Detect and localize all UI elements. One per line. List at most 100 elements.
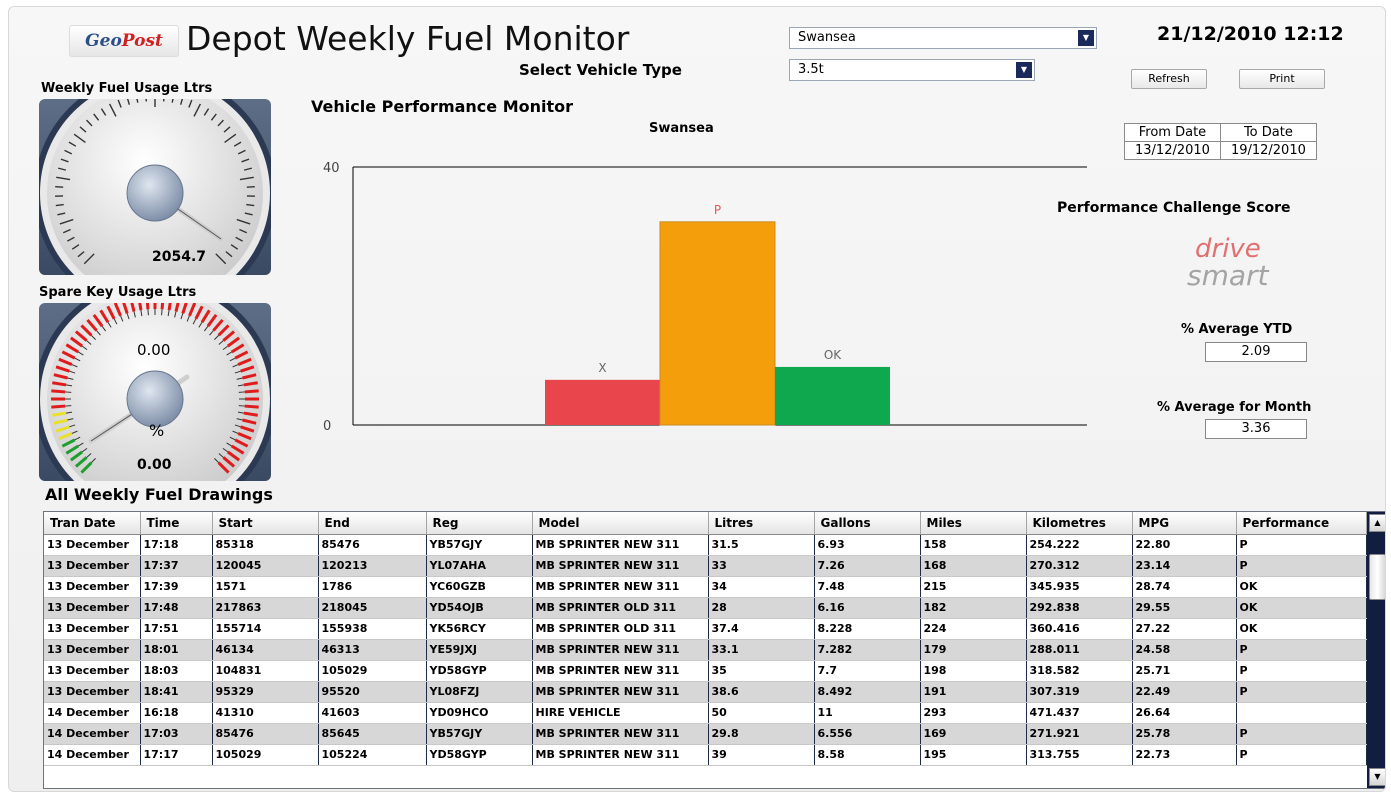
table-cell: YL08FZJ: [426, 681, 533, 703]
vehicle-type-select-value: 3.5t: [798, 62, 824, 77]
column-header[interactable]: Reg: [426, 512, 533, 535]
table-row[interactable]: 13 December 17:48 217863 218045 YD54OJB MB SP…: [44, 597, 1367, 619]
table-scrollbar[interactable]: ▲ ▼: [1367, 512, 1385, 788]
table-row[interactable]: 13 December 17:51 155714 155938 YK56RCY MB SP…: [44, 618, 1367, 640]
table-cell: 35: [708, 660, 815, 682]
table-cell: YB57GJY: [426, 723, 533, 745]
table-cell: 37.4: [708, 618, 815, 640]
spare-gauge-dial-icon: [39, 303, 271, 481]
column-header[interactable]: Performance: [1236, 512, 1367, 535]
table-cell: 31.5: [708, 534, 815, 556]
table-cell: 307.319: [1026, 681, 1133, 703]
table-cell: 26.64: [1132, 702, 1237, 724]
table-cell: 85645: [318, 723, 427, 745]
table-cell: 1786: [318, 576, 427, 598]
table-cell: YE59JXJ: [426, 639, 533, 661]
to-date-label: To Date: [1219, 123, 1317, 142]
chevron-down-icon[interactable]: ▼: [1078, 30, 1094, 46]
spare-key-unit: %: [149, 421, 165, 440]
table-cell: MB SPRINTER NEW 311: [532, 744, 709, 766]
table-cell: 313.755: [1026, 744, 1133, 766]
vehicle-type-label: Select Vehicle Type: [519, 61, 682, 79]
table-cell: 33: [708, 555, 815, 577]
table-cell: 17:03: [140, 723, 213, 745]
bar-label-ok: OK: [824, 348, 842, 362]
scroll-up-icon[interactable]: ▲: [1369, 514, 1385, 532]
table-row[interactable]: 13 December 18:01 46134 46313 YE59JXJ MB SPRI…: [44, 639, 1367, 661]
table-cell: 6.556: [814, 723, 921, 745]
table-cell: 120045: [212, 555, 319, 577]
column-header[interactable]: Miles: [920, 512, 1027, 535]
table-row[interactable]: 13 December 17:37 120045 120213 YL07AHA MB SP…: [44, 555, 1367, 577]
table-cell: 6.16: [814, 597, 921, 619]
table-row[interactable]: 14 December 17:03 85476 85645 YB57GJY MB SPRI…: [44, 723, 1367, 745]
table-row[interactable]: 13 December 18:41 95329 95520 YL08FZJ MB SPRI…: [44, 681, 1367, 703]
table-cell: 7.26: [814, 555, 921, 577]
refresh-button[interactable]: Refresh: [1131, 69, 1207, 89]
table-cell: 13 December: [44, 555, 141, 577]
column-header[interactable]: Tran Date: [44, 512, 141, 535]
table-cell: 292.838: [1026, 597, 1133, 619]
table-cell: 215: [920, 576, 1027, 598]
from-date-label: From Date: [1124, 123, 1221, 142]
table-cell: 105029: [212, 744, 319, 766]
table-cell: 198: [920, 660, 1027, 682]
table-cell: MB SPRINTER OLD 311: [532, 597, 709, 619]
table-cell: 6.93: [814, 534, 921, 556]
column-header[interactable]: End: [318, 512, 427, 535]
scroll-thumb[interactable]: [1369, 554, 1385, 600]
table-cell: 50: [708, 702, 815, 724]
table-cell: 168: [920, 555, 1027, 577]
performance-bar-chart: 400XPOKXPOK: [323, 161, 1087, 434]
table-cell: 13 December: [44, 576, 141, 598]
table-cell: YD58GYP: [426, 744, 533, 766]
table-cell: 270.312: [1026, 555, 1133, 577]
table-cell: HIRE VEHICLE: [532, 702, 709, 724]
table-cell: 18:01: [140, 639, 213, 661]
table-cell: 28: [708, 597, 815, 619]
scroll-down-icon[interactable]: ▼: [1369, 768, 1385, 786]
table-cell: 17:39: [140, 576, 213, 598]
column-header[interactable]: Time: [140, 512, 213, 535]
table-cell: 217863: [212, 597, 319, 619]
table-cell: 29.8: [708, 723, 815, 745]
print-button[interactable]: Print: [1239, 69, 1325, 89]
bar-ok[interactable]: [775, 366, 890, 425]
column-header[interactable]: Kilometres: [1026, 512, 1133, 535]
bar-x[interactable]: [545, 379, 660, 425]
bar-p[interactable]: [659, 221, 776, 426]
table-row[interactable]: 13 December 17:18 85318 85476 YB57GJY MB SPRI…: [44, 534, 1367, 556]
y-tick-label: 0: [323, 419, 331, 434]
chart-title: Vehicle Performance Monitor: [311, 97, 574, 116]
spare-key-percent-value: 0.00: [137, 341, 171, 359]
table-cell: 155938: [318, 618, 427, 640]
depot-select-value: Swansea: [798, 30, 856, 45]
table-cell: 13 December: [44, 597, 141, 619]
table-row[interactable]: 13 December 18:03 104831 105029 YD58GYP MB SP…: [44, 660, 1367, 682]
spare-key-gauge-label: Spare Key Usage Ltrs: [39, 285, 197, 300]
column-header[interactable]: Litres: [708, 512, 815, 535]
vehicle-type-select[interactable]: 3.5t ▼: [789, 59, 1035, 81]
chevron-down-icon[interactable]: ▼: [1016, 62, 1032, 78]
column-header[interactable]: MPG: [1132, 512, 1237, 535]
column-header[interactable]: Model: [532, 512, 709, 535]
table-row[interactable]: 14 December 17:17 105029 105224 YD58GYP MB SP…: [44, 744, 1367, 766]
column-header[interactable]: Gallons: [814, 512, 921, 535]
table-cell: 16:18: [140, 702, 213, 724]
logo-geo-text: Geo: [85, 31, 122, 51]
table-cell: 27.22: [1132, 618, 1237, 640]
table-cell: 271.921: [1026, 723, 1133, 745]
column-header[interactable]: Start: [212, 512, 319, 535]
challenge-score-title: Performance Challenge Score: [1057, 200, 1291, 216]
drive-smart-logo: drive smart: [1187, 234, 1270, 291]
table-cell: 8.228: [814, 618, 921, 640]
table-cell: MB SPRINTER OLD 311: [532, 618, 709, 640]
fuel-drawings-table: Tran Date Time Start End Reg Model Litres Gallo…: [44, 512, 1367, 766]
table-row[interactable]: 14 December 16:18 41310 41603 YD09HCO HIRE VE…: [44, 702, 1367, 724]
table-cell: 17:17: [140, 744, 213, 766]
depot-select[interactable]: Swansea ▼: [789, 27, 1097, 49]
table-cell: 46313: [318, 639, 427, 661]
table-cell: YD09HCO: [426, 702, 533, 724]
table-row[interactable]: 13 December 17:39 1571 1786 YC60GZB MB SPRINT…: [44, 576, 1367, 598]
fuel-drawings-grid[interactable]: Tran Date Time Start End Reg Model Litres Gallo…: [43, 511, 1385, 789]
